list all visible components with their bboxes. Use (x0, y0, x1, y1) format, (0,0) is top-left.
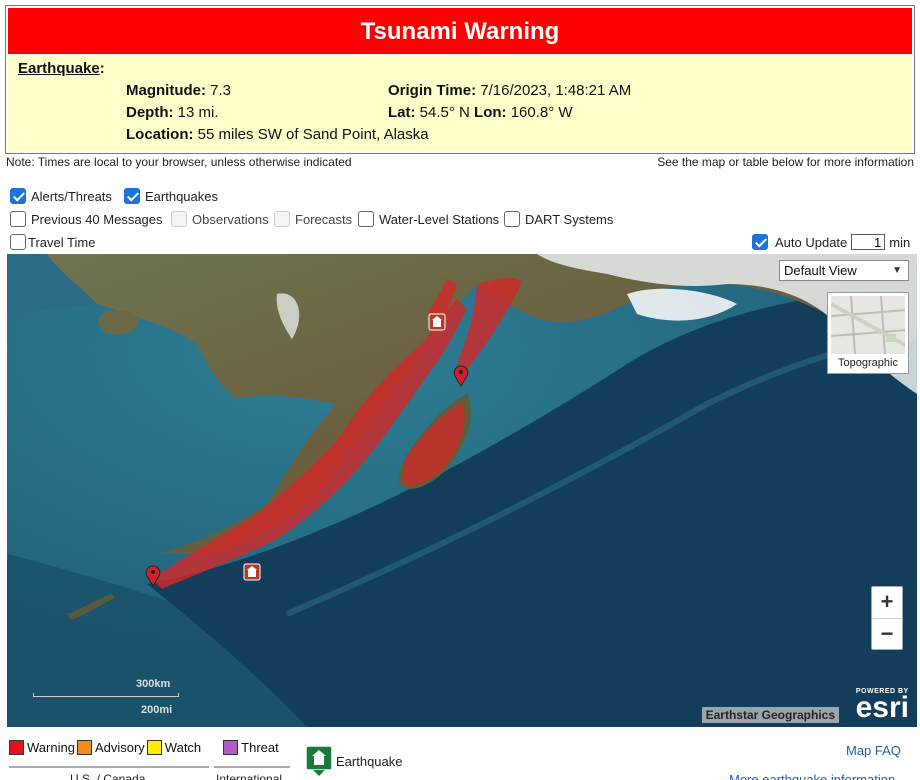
scale-km-label: 300km (136, 678, 171, 690)
dart-checkbox[interactable] (504, 211, 520, 227)
threat-swatch (223, 740, 239, 755)
water-level-label: Water-Level Stations (379, 211, 500, 227)
legend-us-canada: U.S. / Canada (70, 772, 146, 780)
esri-logo: POWERED BY esri (855, 688, 909, 724)
legend-advisory-label: Advisory (94, 740, 145, 755)
earthquake-details: Earthquake: Magnitude: 7.3 Origin Time: … (8, 56, 912, 151)
legend-watch: Watch (146, 740, 202, 755)
timezone-note: Note: Times are local to your browser, u… (6, 155, 352, 169)
coordinates-field: Lat: 54.5° N Lon: 160.8° W (388, 104, 573, 121)
tsunami-map[interactable]: Default View ▼ Topographic + − 300km 200… (7, 254, 917, 727)
zoom-control: + − (871, 586, 903, 650)
map-attribution: Earthstar Geographics (701, 707, 839, 723)
legend-threat-label: Threat (241, 740, 279, 755)
alert-banner-title: Tsunami Warning (8, 8, 912, 54)
toggle-forecasts[interactable]: Forecasts (274, 211, 352, 227)
satellite-basemap (7, 254, 917, 727)
chevron-down-icon: ▼ (892, 265, 902, 276)
basemap-label: Topographic (838, 357, 898, 369)
auto-update-checkbox[interactable] (752, 234, 768, 250)
auto-update-interval-input[interactable] (851, 234, 886, 250)
basemap-toggle[interactable]: Topographic (827, 292, 909, 374)
earthquake-heading: Earthquake: (18, 60, 105, 77)
latitude-value: 54.5° N (419, 104, 470, 121)
earthquakes-checkbox[interactable] (124, 188, 140, 204)
legend-advisory: Advisory (76, 740, 145, 755)
forecasts-label: Forecasts (295, 211, 353, 227)
scale-line (33, 693, 179, 697)
warning-swatch (9, 740, 24, 755)
legend-warning-label: Warning (27, 740, 75, 755)
alerts-threats-label: Alerts/Threats (31, 188, 112, 204)
toggle-previous-messages[interactable]: Previous 40 Messages (10, 211, 163, 227)
legend-threat: Threat (223, 740, 279, 755)
location-field: Location: 55 miles SW of Sand Point, Ala… (126, 126, 429, 143)
previous-messages-checkbox[interactable] (10, 211, 26, 227)
longitude-value: 160.8° W (510, 104, 573, 121)
depth-value: 13 mi. (177, 104, 219, 121)
more-earthquake-info-link[interactable]: More earthquake information (729, 772, 895, 780)
water-level-checkbox[interactable] (358, 211, 374, 227)
alert-legend: Warning Advisory Watch Threat (9, 740, 281, 755)
magnitude-value: 7.3 (210, 82, 232, 99)
location-value: 55 miles SW of Sand Point, Alaska (197, 126, 429, 143)
tsunami-center-icon[interactable] (243, 563, 261, 581)
esri-name-text: esri (855, 691, 909, 724)
zoom-out-button[interactable]: − (872, 619, 902, 650)
view-select-value: Default View (784, 263, 857, 278)
advisory-swatch (76, 740, 92, 755)
forecasts-checkbox[interactable] (274, 211, 290, 227)
auto-update-label: Auto Update (775, 234, 848, 250)
magnitude-field: Magnitude: 7.3 (126, 82, 232, 99)
legend-earthquake-label: Earthquake (336, 754, 403, 769)
basemap-thumbnail (831, 296, 905, 354)
earthquakes-label: Earthquakes (145, 188, 218, 204)
tsunami-center-icon[interactable] (428, 313, 446, 331)
international-divider (214, 766, 290, 768)
us-canada-divider (9, 766, 209, 768)
toggle-observations[interactable]: Observations (171, 211, 269, 227)
auto-update-unit: min (889, 234, 911, 250)
toggle-travel-time[interactable]: Travel Time (10, 234, 95, 250)
previous-messages-label: Previous 40 Messages (31, 211, 163, 227)
depth-field: Depth: 13 mi. (126, 104, 219, 121)
origin-time-field: Origin Time: 7/16/2023, 1:48:21 AM (388, 82, 632, 99)
view-select[interactable]: Default View ▼ (779, 260, 909, 281)
origin-time-value: 7/16/2023, 1:48:21 AM (480, 82, 632, 99)
earthquake-legend-icon (305, 745, 333, 776)
watch-swatch (146, 740, 162, 755)
toggle-dart-systems[interactable]: DART Systems (504, 211, 613, 227)
zoom-in-button[interactable]: + (872, 587, 902, 618)
toggle-earthquakes[interactable]: Earthquakes (124, 188, 218, 204)
map-faq-link[interactable]: Map FAQ (846, 743, 901, 758)
observations-checkbox[interactable] (171, 211, 187, 227)
tsunami-alert-panel: Tsunami Warning Earthquake: Magnitude: 7… (5, 5, 915, 154)
toggle-water-level-stations[interactable]: Water-Level Stations (358, 211, 499, 227)
toggle-alerts-threats[interactable]: Alerts/Threats (10, 188, 112, 204)
travel-time-checkbox[interactable] (10, 234, 26, 250)
legend-warning: Warning (9, 740, 75, 755)
observations-label: Observations (192, 211, 269, 227)
legend-watch-label: Watch (164, 740, 202, 755)
travel-time-label: Travel Time (28, 234, 96, 250)
dart-label: DART Systems (525, 211, 614, 227)
alerts-threats-checkbox[interactable] (10, 188, 26, 204)
scale-bar: 300km 200mi (33, 678, 183, 718)
more-info-note: See the map or table below for more info… (657, 155, 914, 169)
legend-international: International (216, 772, 283, 780)
auto-update-control: Auto Update min (752, 234, 910, 250)
scale-mi-label: 200mi (141, 704, 173, 716)
